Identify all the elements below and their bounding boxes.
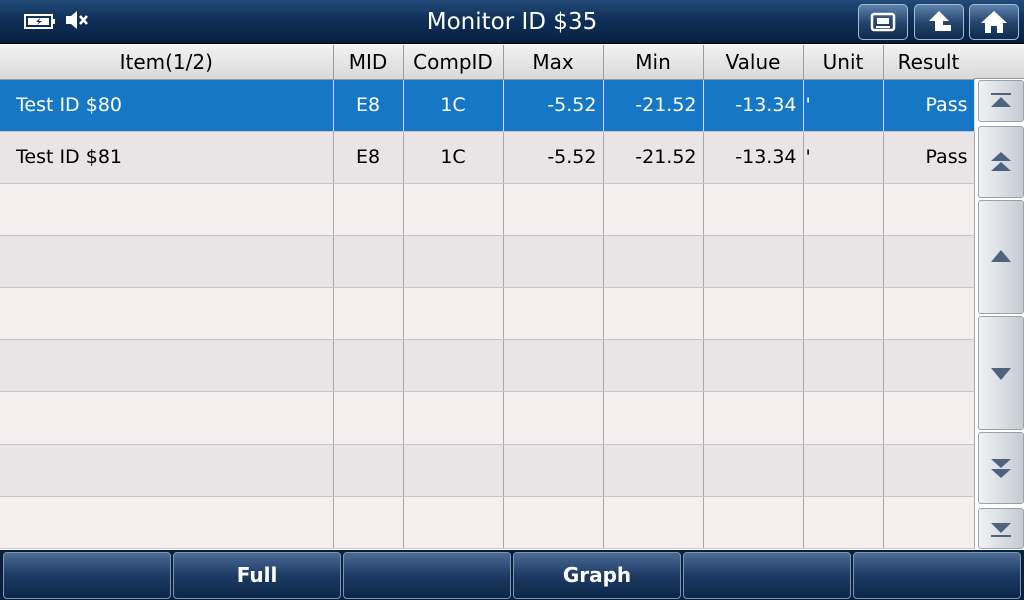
line-down-icon bbox=[991, 368, 1011, 380]
cell-min: -21.52 bbox=[603, 131, 704, 184]
cell-max: -5.52 bbox=[503, 131, 604, 184]
column-header-item[interactable]: Item(1/2) bbox=[0, 45, 334, 80]
back-arrow-icon bbox=[929, 11, 951, 31]
table-header-row: Item(1/2) MID CompID Max Min Value Unit … bbox=[0, 45, 975, 80]
scroll-bottom-button[interactable] bbox=[978, 508, 1024, 549]
empty-row bbox=[0, 287, 975, 341]
page-down-icon bbox=[991, 459, 1011, 478]
function-button-3[interactable] bbox=[343, 552, 511, 599]
cell-compid: 1C bbox=[403, 79, 504, 132]
cell-min: -21.52 bbox=[603, 79, 704, 132]
line-up-icon bbox=[991, 250, 1011, 262]
cell-mid: E8 bbox=[333, 79, 404, 132]
scroll-bottom-icon bbox=[991, 522, 1011, 537]
home-icon bbox=[981, 11, 1007, 33]
empty-row bbox=[0, 444, 975, 497]
column-header-min[interactable]: Min bbox=[603, 45, 704, 80]
cell-value: -13.34 bbox=[703, 131, 804, 184]
cell-result: Pass bbox=[883, 79, 975, 132]
empty-row bbox=[0, 183, 975, 236]
cell-value: -13.34 bbox=[703, 79, 804, 132]
cell-unit: ' bbox=[803, 131, 884, 184]
cell-result: Pass bbox=[883, 131, 975, 184]
scroll-top-icon bbox=[991, 93, 1011, 107]
title-bar: Monitor ID $35 bbox=[0, 0, 1024, 44]
back-button[interactable] bbox=[914, 4, 964, 40]
page-up-button[interactable] bbox=[978, 126, 1024, 198]
cell-unit: ' bbox=[803, 79, 884, 132]
home-button[interactable] bbox=[969, 4, 1019, 40]
empty-row bbox=[0, 496, 975, 550]
page-up-icon bbox=[991, 152, 1011, 171]
empty-row bbox=[0, 339, 975, 393]
scroll-top-button[interactable] bbox=[978, 80, 1024, 122]
print-button[interactable] bbox=[858, 4, 908, 40]
function-button-6[interactable] bbox=[853, 552, 1021, 599]
full-button[interactable]: Full bbox=[173, 552, 341, 599]
bottom-toolbar: Full Graph bbox=[0, 550, 1024, 600]
print-icon bbox=[870, 12, 896, 32]
column-header-compid[interactable]: CompID bbox=[403, 45, 504, 80]
empty-row bbox=[0, 391, 975, 445]
cell-compid: 1C bbox=[403, 131, 504, 184]
table-row[interactable]: Test ID $81 E8 1C -5.52 -21.52 -13.34 ' … bbox=[0, 131, 975, 184]
column-header-result[interactable]: Result bbox=[883, 45, 975, 80]
column-header-value[interactable]: Value bbox=[703, 45, 804, 80]
column-header-max[interactable]: Max bbox=[503, 45, 604, 80]
scroll-bar bbox=[978, 80, 1024, 549]
line-up-button[interactable] bbox=[978, 200, 1024, 314]
cell-mid: E8 bbox=[333, 131, 404, 184]
column-header-unit[interactable]: Unit bbox=[803, 45, 884, 80]
cell-item: Test ID $80 bbox=[0, 79, 334, 132]
line-down-button[interactable] bbox=[978, 316, 1024, 430]
empty-row bbox=[0, 235, 975, 289]
cell-item: Test ID $81 bbox=[0, 131, 334, 184]
header-corner bbox=[974, 45, 1024, 79]
function-button-5[interactable] bbox=[683, 552, 851, 599]
function-button-1[interactable] bbox=[3, 552, 171, 599]
page-down-button[interactable] bbox=[978, 432, 1024, 504]
graph-button[interactable]: Graph bbox=[513, 552, 681, 599]
column-header-mid[interactable]: MID bbox=[333, 45, 404, 80]
table-row[interactable]: Test ID $80 E8 1C -5.52 -21.52 -13.34 ' … bbox=[0, 79, 975, 132]
cell-max: -5.52 bbox=[503, 79, 604, 132]
monitor-table: Item(1/2) MID CompID Max Min Value Unit … bbox=[0, 45, 975, 550]
